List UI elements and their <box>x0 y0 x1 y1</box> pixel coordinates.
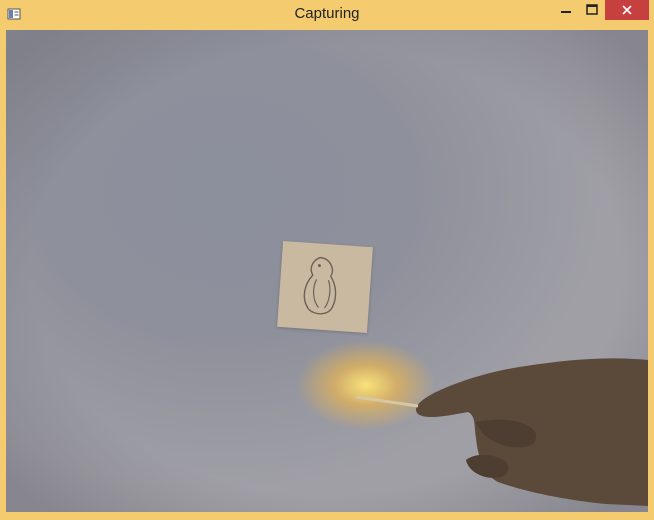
close-icon <box>622 5 632 15</box>
minimize-icon <box>561 11 571 13</box>
maximize-button[interactable] <box>579 0 605 20</box>
close-button[interactable] <box>605 0 649 20</box>
title-bar[interactable]: Capturing <box>0 0 654 30</box>
camera-preview <box>6 30 648 512</box>
minimize-button[interactable] <box>553 0 579 20</box>
capture-window: Capturing <box>0 0 654 520</box>
hand-holding-light <box>355 358 648 506</box>
maximize-icon <box>586 4 598 15</box>
